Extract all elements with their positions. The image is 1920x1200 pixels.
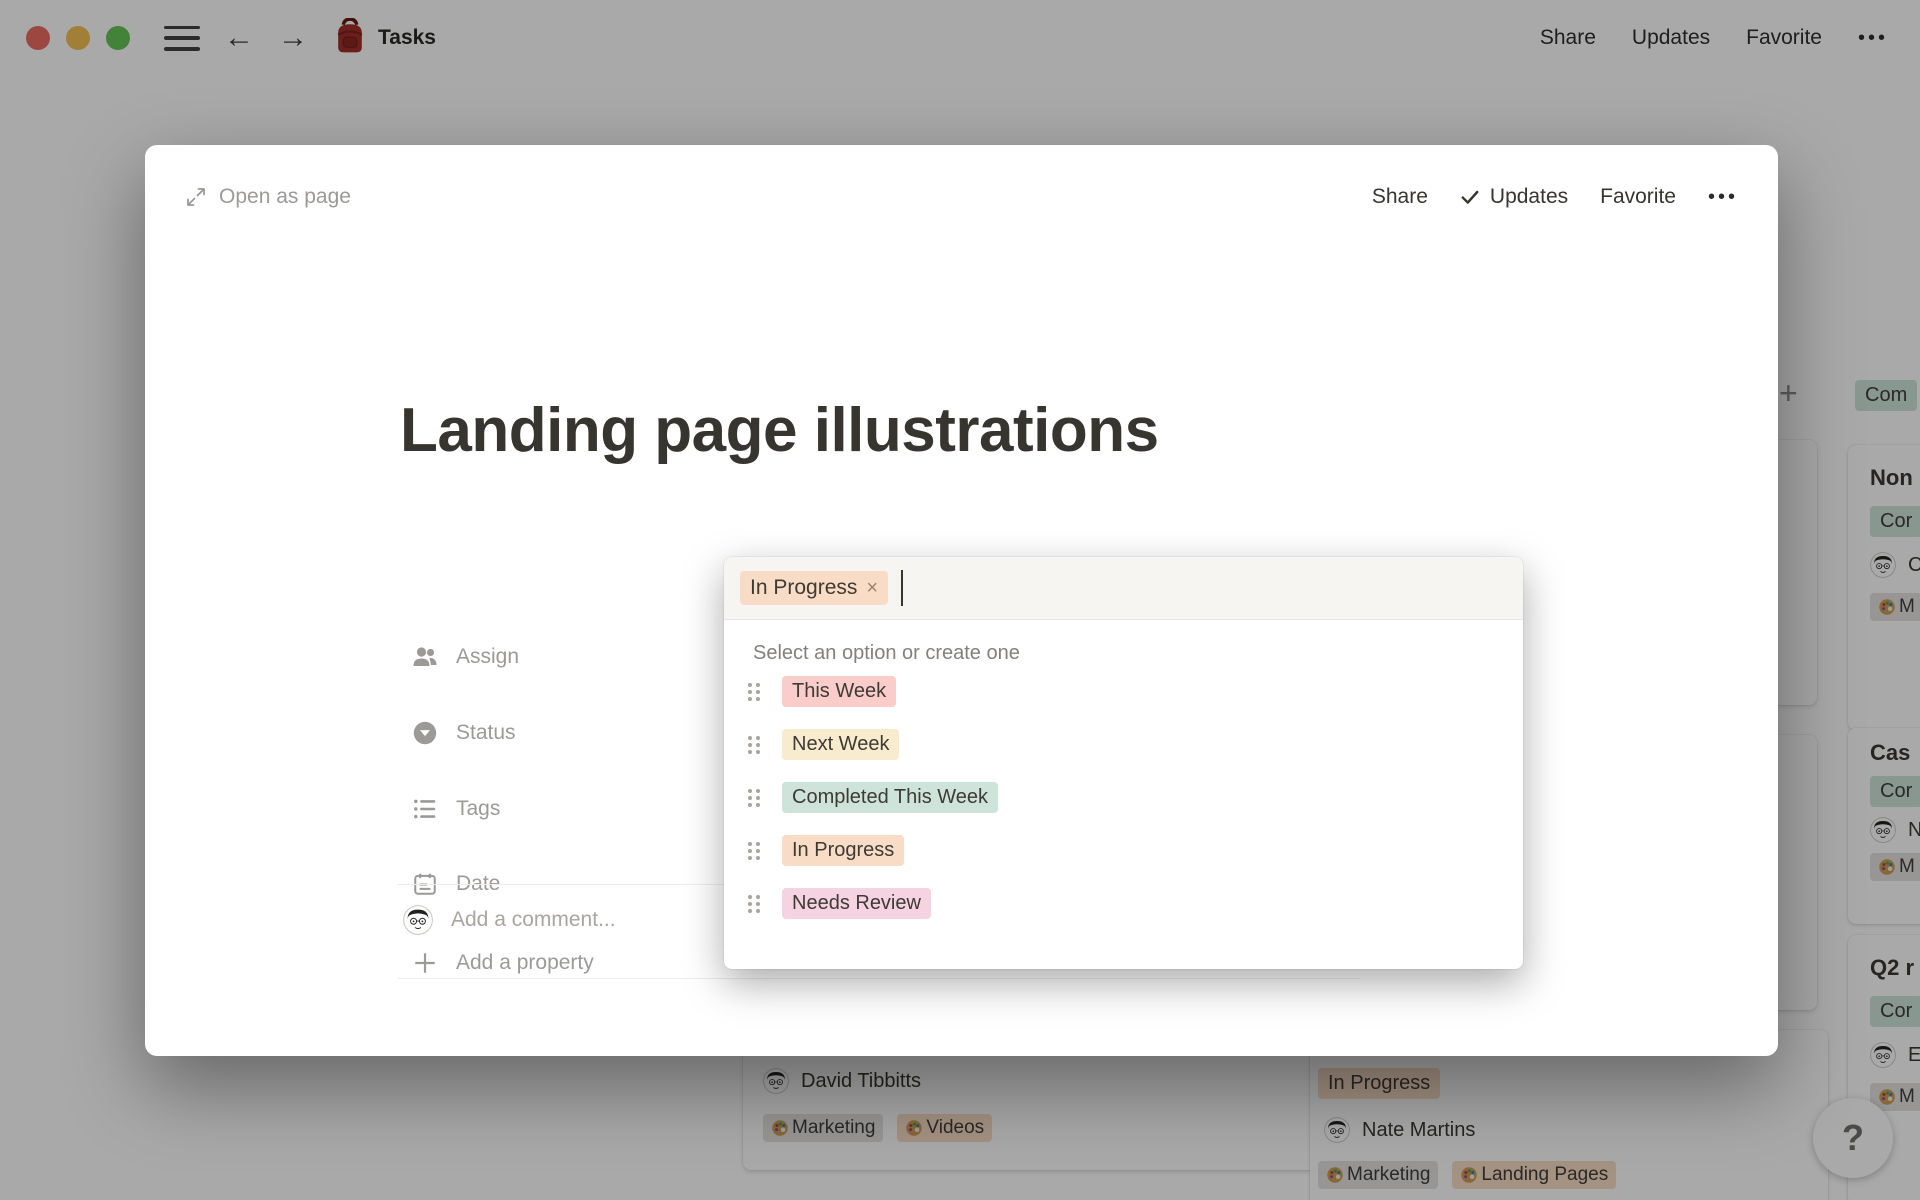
status-dropdown-icon <box>413 721 437 745</box>
status-option-in-progress[interactable]: In Progress <box>724 824 1523 877</box>
property-row-tags[interactable]: Tags <box>412 789 500 829</box>
modal-updates-button[interactable]: Updates <box>1460 185 1568 209</box>
drag-handle-icon[interactable] <box>748 894 760 913</box>
app-window: ← → Tasks Share Updates Favorite ••• + C… <box>0 0 1920 1200</box>
modal-share-button[interactable]: Share <box>1372 185 1428 209</box>
modal-favorite-button[interactable]: Favorite <box>1600 185 1676 209</box>
property-row-status[interactable]: Status <box>412 713 516 753</box>
divider <box>398 978 1360 979</box>
page-title[interactable]: Landing page illustrations <box>400 395 1159 466</box>
modal-header: Open as page Share Updates Favorite ••• <box>185 177 1738 217</box>
expand-icon <box>187 188 205 206</box>
open-as-page-button[interactable]: Open as page <box>185 185 351 209</box>
avatar <box>403 905 433 935</box>
text-cursor <box>901 570 904 606</box>
status-search-input[interactable]: In Progress × <box>724 557 1523 620</box>
remove-tag-icon[interactable]: × <box>866 577 878 600</box>
status-option-this-week[interactable]: This Week <box>724 665 1523 718</box>
status-dropdown: In Progress × Select an option or create… <box>724 557 1523 969</box>
check-icon <box>1461 190 1479 204</box>
drag-handle-icon[interactable] <box>748 841 760 860</box>
selected-status-tag[interactable]: In Progress × <box>740 571 889 605</box>
add-property-button[interactable]: Add a property <box>412 943 594 983</box>
comment-placeholder: Add a comment... <box>451 908 616 931</box>
property-row-assign[interactable]: Assign Cory Etzkorn <box>412 633 863 680</box>
status-option-next-week[interactable]: Next Week <box>724 718 1523 771</box>
dropdown-hint: Select an option or create one <box>753 642 1020 664</box>
status-option-needs-review[interactable]: Needs Review <box>724 877 1523 930</box>
people-icon <box>413 647 437 666</box>
plus-icon <box>415 953 435 973</box>
add-comment-input[interactable]: Add a comment... <box>403 900 616 940</box>
list-icon <box>414 799 436 819</box>
drag-handle-icon[interactable] <box>748 788 760 807</box>
drag-handle-icon[interactable] <box>748 735 760 754</box>
modal-actions: Share Updates Favorite ••• <box>1372 185 1738 209</box>
status-option-completed-this-week[interactable]: Completed This Week <box>724 771 1523 824</box>
drag-handle-icon[interactable] <box>748 682 760 701</box>
modal-more-button[interactable]: ••• <box>1708 186 1738 209</box>
